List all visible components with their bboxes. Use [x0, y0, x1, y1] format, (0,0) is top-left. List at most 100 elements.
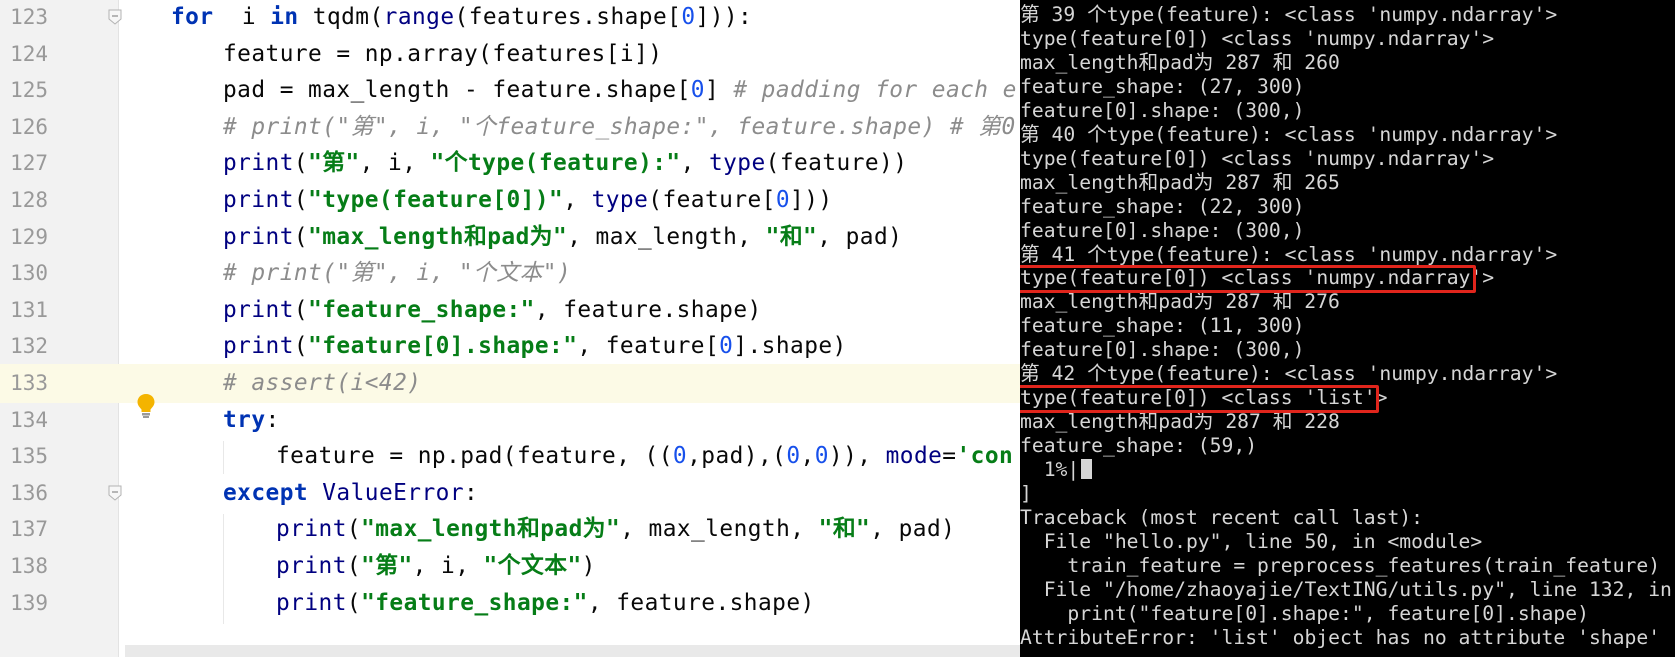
code-token: "feature_shape:": [361, 589, 588, 616]
code-line[interactable]: 135 feature = np.pad(feature, ((0,pad),(0…: [0, 437, 1020, 476]
fold-marker-icon[interactable]: [108, 485, 122, 501]
code-token: , i,: [412, 553, 484, 579]
code-token: :: [464, 479, 479, 506]
code-text[interactable]: feature = np.pad(feature, ((0,pad),(0,0)…: [276, 437, 1013, 476]
code-text[interactable]: print("feature[0].shape:", feature[0].sh…: [223, 327, 847, 366]
code-token: i: [213, 4, 271, 30]
code-line[interactable]: 125 pad = max_length - feature.shape[0] #…: [0, 71, 1020, 110]
highlight-box: [1020, 265, 1476, 294]
code-line[interactable]: 130 # print("第", i, "个文本"): [0, 254, 1020, 293]
code-text[interactable]: print("第", i, "个文本"): [276, 547, 596, 586]
code-text[interactable]: # print("第", i, "个文本"): [223, 254, 571, 293]
code-text[interactable]: # print("第", i, "个feature_shape:", featu…: [223, 108, 1016, 147]
code-text[interactable]: try:: [223, 401, 280, 440]
code-line[interactable]: 131 print("feature_shape:", feature.shape…: [0, 291, 1020, 330]
terminal-line: feature_shape: (11, 300): [1020, 314, 1675, 338]
code-token: (: [293, 150, 309, 177]
code-token: print: [276, 516, 347, 543]
code-token: "feature[0].shape:": [308, 333, 578, 360]
terminal-line: type(feature[0]) <class 'numpy.ndarray'>: [1020, 27, 1675, 51]
code-token: for: [171, 4, 214, 30]
terminal-line-text: feature_shape: (11, 300): [1020, 314, 1305, 338]
code-token: ])):: [695, 4, 753, 30]
code-token: in: [270, 4, 299, 30]
code-text[interactable]: # assert(i<42): [223, 364, 421, 403]
code-line[interactable]: 132 print("feature[0].shape:", feature[0]…: [0, 327, 1020, 366]
code-token: print: [223, 187, 294, 213]
terminal-line-text: 第 40 个type(feature): <class 'numpy.ndarr…: [1020, 122, 1558, 146]
code-text[interactable]: print("feature_shape:", feature.shape): [223, 291, 762, 330]
code-token: "和": [818, 516, 871, 543]
line-number: 123: [10, 5, 48, 29]
line-number: 125: [10, 78, 48, 103]
horizontal-scrollbar[interactable]: [125, 645, 1020, 657]
progress-bar-block: [1081, 459, 1093, 480]
line-number: 126: [10, 114, 48, 139]
code-token: ].shape): [733, 333, 847, 360]
code-token: pad = max_length - feature.shape[: [223, 77, 691, 104]
terminal-panel[interactable]: 第 39 个type(feature): <class 'numpy.ndarr…: [1020, 0, 1675, 657]
code-text[interactable]: except ValueError:: [223, 474, 478, 513]
terminal-line-text: 第 42 个type(feature): <class 'numpy.ndarr…: [1020, 362, 1558, 386]
code-line[interactable]: 136 except ValueError:: [0, 474, 1020, 513]
code-line[interactable]: 138 print("第", i, "个文本"): [0, 547, 1020, 586]
code-token: (: [346, 516, 362, 543]
code-token: # padding for each e: [733, 77, 1017, 104]
terminal-line: max_length和pad为 287 和 276: [1020, 290, 1675, 314]
code-token: (: [346, 589, 362, 616]
terminal-line-text: 第 41 个type(feature): <class 'numpy.ndarr…: [1020, 242, 1558, 266]
code-token: mode: [885, 443, 943, 470]
code-line[interactable]: 124 feature = np.array(features[i]): [0, 35, 1020, 74]
code-token: 0: [786, 443, 801, 470]
code-token: print: [223, 223, 294, 250]
code-token: "个文本": [483, 553, 582, 579]
code-line[interactable]: 123 for i in tqdm(range(features.shape[0]…: [0, 0, 1020, 37]
code-line[interactable]: 128 print("type(feature[0])", type(featur…: [0, 181, 1020, 220]
code-text[interactable]: print("第", i, "个type(feature):", type(fe…: [223, 144, 907, 183]
code-token: ): [581, 553, 596, 579]
code-text[interactable]: print("max_length和pad为", max_length, "和"…: [223, 218, 902, 257]
line-number: 135: [10, 444, 48, 469]
line-number: 136: [10, 480, 48, 505]
code-line[interactable]: 129 print("max_length和pad为", max_length, …: [0, 218, 1020, 257]
code-text[interactable]: pad = max_length - feature.shape[0] # pa…: [223, 71, 1017, 110]
line-number: 131: [10, 297, 48, 322]
code-token: , feature.shape): [534, 296, 762, 323]
code-token: :: [265, 406, 280, 433]
code-token: print: [223, 333, 294, 360]
terminal-line-text: File "hello.py", line 50, in <module>: [1020, 529, 1483, 553]
code-token: ])): [790, 187, 833, 213]
line-number: 134: [10, 407, 48, 432]
terminal-line: feature[0].shape: (300,): [1020, 219, 1675, 243]
code-line[interactable]: 137 print("max_length和pad为", max_length, …: [0, 510, 1020, 549]
code-line[interactable]: 126 # print("第", i, "个feature_shape:", fe…: [0, 108, 1020, 147]
terminal-line-text: 1%|: [1020, 458, 1080, 482]
code-text[interactable]: print("feature_shape:", feature.shape): [276, 584, 815, 623]
lightbulb-icon[interactable]: [136, 393, 156, 419]
terminal-line-text: max_length和pad为 287 和 265: [1020, 170, 1340, 194]
line-number: 139: [10, 590, 48, 615]
code-line[interactable]: 127 print("第", i, "个type(feature):", type…: [0, 144, 1020, 183]
code-token: "max_length和pad为": [361, 516, 621, 543]
code-token: print: [276, 589, 347, 616]
code-line[interactable]: 139 print("feature_shape:", feature.shape…: [0, 584, 1020, 623]
code-text[interactable]: print("type(feature[0])", type(feature[0…: [223, 181, 833, 220]
code-editor[interactable]: 123 for i in tqdm(range(features.shape[0]…: [0, 0, 1020, 657]
code-text[interactable]: for i in tqdm(range(features.shape[0])):: [171, 0, 752, 37]
code-text[interactable]: feature = np.array(features[i]): [223, 35, 662, 74]
code-token: , i,: [359, 150, 431, 177]
terminal-line: max_length和pad为 287 和 260: [1020, 51, 1675, 75]
code-token: ,: [563, 187, 592, 213]
code-token: , pad): [817, 223, 903, 250]
code-token: 0: [681, 4, 696, 30]
code-token: (: [293, 187, 309, 213]
fold-marker-icon[interactable]: [108, 9, 122, 25]
code-token: , max_length,: [567, 223, 766, 250]
code-token: (: [293, 223, 309, 250]
code-token: "max_length和pad为": [308, 223, 568, 250]
code-text[interactable]: print("max_length和pad为", max_length, "和"…: [276, 510, 955, 549]
code-token: (: [293, 333, 309, 360]
terminal-line: Traceback (most recent call last):: [1020, 506, 1675, 530]
line-number: 132: [10, 334, 48, 359]
